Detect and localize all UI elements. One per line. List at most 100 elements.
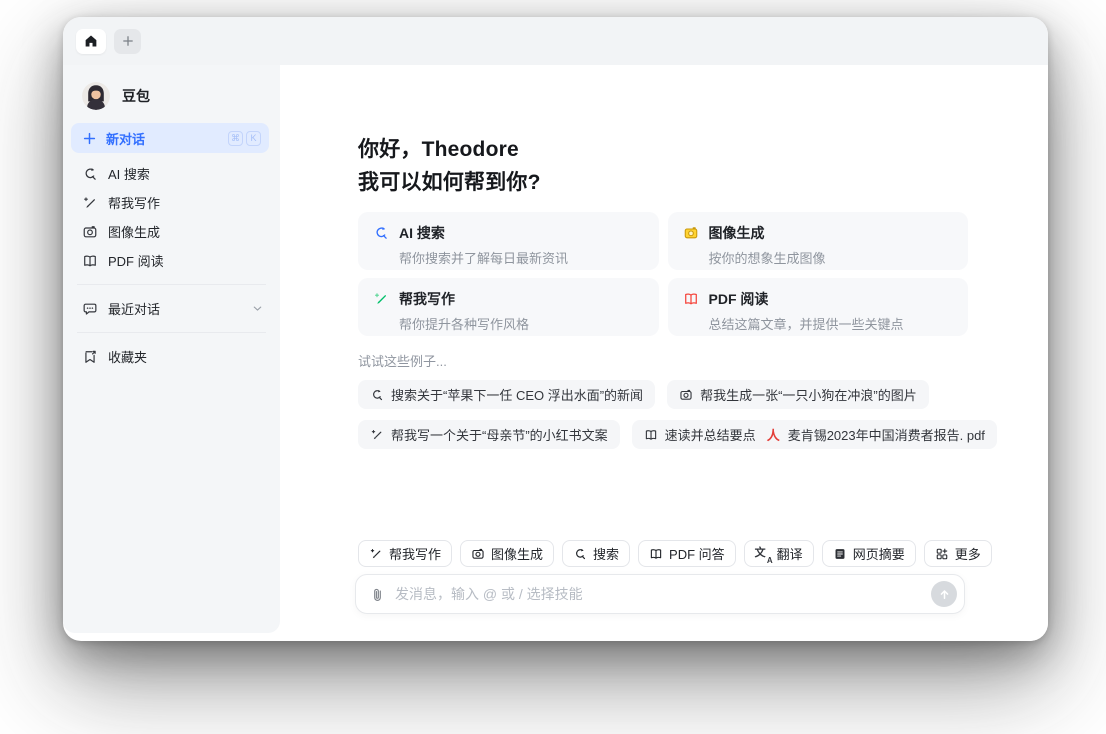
shortcut-badge: ⌘ K: [228, 130, 261, 146]
more-grid-icon: [935, 547, 949, 561]
sidebar-item-label: 收藏夹: [108, 350, 148, 365]
pdf-read-icon: [649, 547, 663, 561]
card-title: 帮我写作: [399, 291, 455, 307]
card-desc: 按你的想象生成图像: [708, 251, 826, 266]
example-text: 速读并总结要点: [664, 428, 756, 443]
skill-pdf-qa[interactable]: PDF 问答: [638, 540, 736, 567]
pdf-read-icon: [82, 253, 98, 269]
skill-more[interactable]: 更多: [923, 540, 992, 567]
sidebar-divider: [77, 332, 266, 333]
example-prompts: 搜索关于“苹果下一任 CEO 浮出水面”的新闻 帮我生成一张“一只小狗在冲浪”的…: [358, 380, 1048, 460]
sidebar: 豆包 新对话 ⌘ K AI 搜索 帮我写作 图像生成 PDF 阅读 最近对话 收…: [63, 65, 280, 633]
example-text: 帮我写一个关于“母亲节”的小红书文案: [391, 428, 608, 443]
main-content: 你好，Theodore 我可以如何帮到你? AI 搜索 帮你搜索并了解每日最新资…: [280, 65, 1048, 641]
skill-search[interactable]: 搜索: [562, 540, 631, 567]
skill-webpage-summary[interactable]: 网页摘要: [821, 540, 916, 567]
card-desc: 帮你搜索并了解每日最新资讯: [399, 251, 569, 266]
skill-label: 搜索: [593, 547, 620, 562]
sidebar-item-label: AI 搜索: [108, 167, 150, 182]
chevron-down-icon[interactable]: [251, 302, 264, 315]
image-gen-icon: [82, 224, 98, 240]
message-input[interactable]: [395, 586, 931, 602]
pdf-file-icon: 人: [766, 428, 780, 443]
card-title: AI 搜索: [399, 225, 445, 241]
new-chat-label: 新对话: [106, 131, 146, 147]
ai-search-icon: [82, 166, 98, 182]
skill-write[interactable]: 帮我写作: [358, 540, 453, 567]
card-image-gen[interactable]: 图像生成 按你的想象生成图像: [667, 212, 968, 270]
skill-image-gen[interactable]: 图像生成: [460, 540, 555, 567]
skill-translate[interactable]: 文A 翻译: [743, 540, 814, 567]
tab-home[interactable]: [76, 28, 106, 54]
sidebar-item-label: 帮我写作: [108, 196, 161, 211]
example-file-name: 麦肯锡2023年中国消费者报告. pdf: [787, 428, 985, 443]
home-icon: [83, 33, 99, 49]
card-pdf-read[interactable]: PDF 阅读 总结这篇文章，并提供一些关键点: [667, 278, 968, 336]
tab-bar: [63, 17, 1048, 65]
ai-search-icon: [573, 547, 587, 561]
write-icon: [369, 547, 383, 561]
sidebar-item-label: 图像生成: [108, 225, 161, 240]
skill-label: 更多: [954, 547, 981, 562]
chat-bubble-icon: [82, 301, 98, 317]
sidebar-item-write[interactable]: 帮我写作: [63, 188, 280, 217]
example-chip-search[interactable]: 搜索关于“苹果下一任 CEO 浮出水面”的新闻: [358, 380, 656, 409]
write-icon: [373, 291, 389, 307]
sidebar-divider: [77, 284, 266, 285]
translate-icon: 文A: [754, 546, 773, 565]
card-write[interactable]: 帮我写作 帮你提升各种写作风格: [358, 278, 659, 336]
card-desc: 帮你提升各种写作风格: [399, 317, 530, 332]
skill-label: 帮我写作: [389, 547, 442, 562]
sidebar-item-label: PDF 阅读: [108, 254, 164, 269]
sidebar-item-recent[interactable]: 最近对话: [63, 294, 280, 323]
bookmark-icon: [82, 349, 98, 365]
image-gen-icon: [683, 225, 699, 241]
greeting-line2: 我可以如何帮到你?: [358, 171, 541, 194]
skill-label: 网页摘要: [852, 547, 905, 562]
image-gen-icon: [471, 547, 485, 561]
avatar: [82, 82, 110, 110]
cmd-keycap: ⌘: [228, 130, 243, 146]
examples-title: 试试这些例子...: [358, 354, 447, 369]
example-chip-write[interactable]: 帮我写一个关于“母亲节”的小红书文案: [358, 420, 620, 449]
example-text: 搜索关于“苹果下一任 CEO 浮出水面”的新闻: [391, 388, 644, 403]
sidebar-item-new-chat[interactable]: 新对话 ⌘ K: [71, 123, 269, 153]
image-gen-icon: [679, 388, 693, 402]
plus-icon: [82, 131, 97, 146]
skill-toolbar: 帮我写作 图像生成 搜索 PDF 问答 文 A 翻译 网页摘要 更多: [358, 540, 1048, 567]
greeting-line1: 你好，Theodore: [358, 138, 519, 161]
pdf-read-icon: [683, 291, 699, 307]
card-title: 图像生成: [708, 225, 765, 241]
sidebar-item-image-gen[interactable]: 图像生成: [63, 217, 280, 246]
example-chip-pdf[interactable]: 速读并总结要点 人 麦肯锡2023年中国消费者报告. pdf: [631, 420, 997, 449]
example-chip-image[interactable]: 帮我生成一张“一只小狗在冲浪”的图片: [667, 380, 929, 409]
sidebar-item-favorites[interactable]: 收藏夹: [63, 342, 280, 371]
arrow-up-icon: [937, 587, 952, 602]
paperclip-icon[interactable]: [369, 586, 386, 603]
card-ai-search[interactable]: AI 搜索 帮你搜索并了解每日最新资讯: [358, 212, 659, 270]
sidebar-item-ai-search[interactable]: AI 搜索: [63, 159, 280, 188]
app-window: 豆包 新对话 ⌘ K AI 搜索 帮我写作 图像生成 PDF 阅读 最近对话 收…: [63, 17, 1048, 641]
sidebar-item-pdf-read[interactable]: PDF 阅读: [63, 246, 280, 275]
message-input-box: [355, 574, 965, 614]
k-keycap: K: [246, 130, 261, 146]
example-text: 帮我生成一张“一只小狗在冲浪”的图片: [700, 388, 917, 403]
ai-search-icon: [373, 225, 389, 241]
card-title: PDF 阅读: [708, 291, 769, 307]
webpage-summary-icon: [833, 547, 847, 561]
skill-label: 翻译: [776, 547, 803, 562]
skill-label: 图像生成: [491, 547, 544, 562]
send-button[interactable]: [931, 581, 957, 607]
tab-new[interactable]: [114, 28, 141, 54]
feature-cards: AI 搜索 帮你搜索并了解每日最新资讯 图像生成 按你的想象生成图像 帮我写作 …: [358, 212, 968, 336]
profile-button[interactable]: 豆包: [63, 76, 280, 123]
card-desc: 总结这篇文章，并提供一些关键点: [708, 317, 904, 332]
write-icon: [82, 195, 98, 211]
ai-search-icon: [370, 388, 384, 402]
app-name: 豆包: [122, 88, 150, 104]
write-icon: [370, 428, 384, 442]
skill-label: PDF 问答: [669, 547, 725, 562]
plus-icon: [121, 34, 135, 48]
sidebar-item-label: 最近对话: [108, 302, 161, 317]
pdf-read-icon: [644, 428, 658, 442]
